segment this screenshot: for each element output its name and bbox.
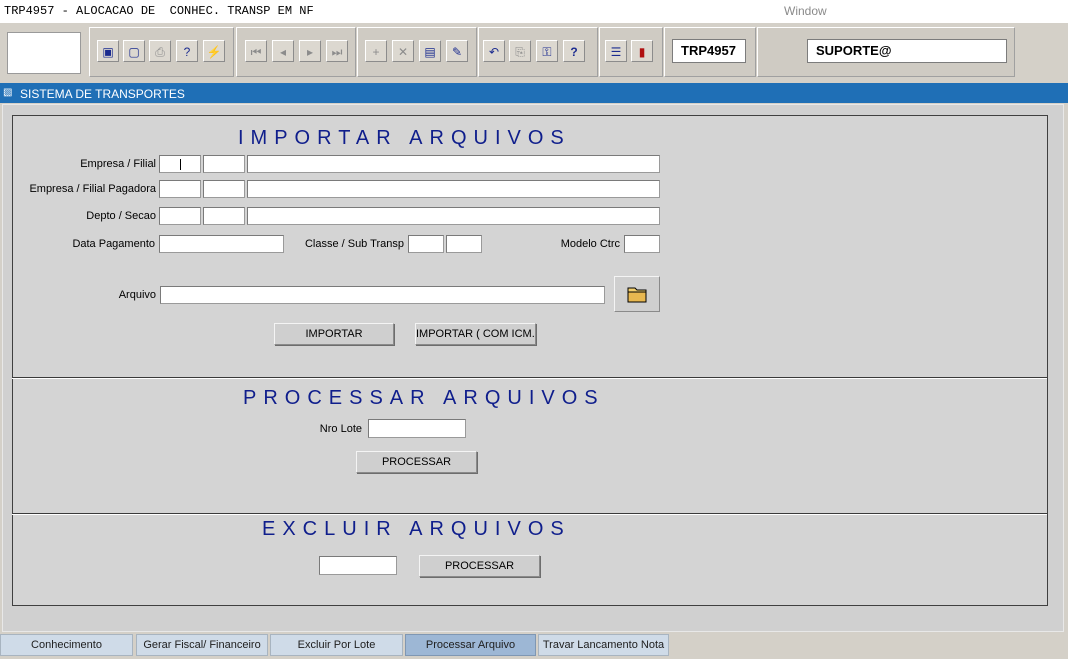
help-icon[interactable]: ? [563, 40, 585, 62]
empresa-filial-pagadora-desc-field[interactable] [247, 180, 660, 198]
processar-title: PROCESSAR ARQUIVOS [243, 387, 605, 409]
tab-travar-lancamento-nota[interactable]: Travar Lancamento Nota [538, 634, 669, 656]
duplicate-icon[interactable]: ▤ [419, 40, 441, 62]
sub-transp-field[interactable] [446, 235, 482, 253]
save-icon[interactable]: ▣ [97, 40, 119, 62]
logo-area [7, 32, 81, 74]
empresa-pagadora-field[interactable] [159, 180, 201, 198]
excluir-title: EXCLUIR ARQUIVOS [262, 518, 571, 540]
filial-field[interactable] [203, 155, 245, 173]
modelo-ctrc-label: Modelo Ctrc [560, 238, 620, 250]
filial-pagadora-field[interactable] [203, 180, 245, 198]
window-menu[interactable]: Window [784, 4, 827, 18]
module-bar: ▧ SISTEMA DE TRANSPORTES [0, 83, 1068, 103]
undo-icon[interactable]: ↶ [483, 40, 505, 62]
section-divider [12, 377, 1047, 379]
nro-lote-field[interactable] [368, 419, 466, 438]
depto-secao-desc-field[interactable] [247, 207, 660, 225]
classe-field[interactable] [408, 235, 444, 253]
tab-gerar-fiscal-financeiro[interactable]: Gerar Fiscal/ Financeiro [136, 634, 268, 656]
empresa-filial-desc-field[interactable] [247, 155, 660, 173]
edit-icon[interactable]: ✎ [446, 40, 468, 62]
user-field: SUPORTE@ [807, 39, 1007, 63]
module-label: SISTEMA DE TRANSPORTES [20, 87, 185, 101]
depto-field[interactable] [159, 207, 201, 225]
previous-record-icon[interactable]: ◂ [272, 40, 294, 62]
empresa-filial-pagadora-label: Empresa / Filial Pagadora [29, 183, 156, 195]
help-query-icon[interactable]: ? [176, 40, 198, 62]
key-icon[interactable]: ⚿ [536, 40, 558, 62]
title-bar: TRP4957 - ALOCACAO DE CONHEC. TRANSP EM … [0, 0, 1068, 23]
insert-record-icon[interactable]: + [365, 40, 387, 62]
exit-icon[interactable]: ▮ [631, 40, 653, 62]
excluir-lote-field[interactable] [319, 556, 397, 575]
next-record-icon[interactable]: ▸ [299, 40, 321, 62]
program-code: TRP4957 [672, 39, 746, 63]
menu-icon[interactable]: ☰ [605, 40, 627, 62]
importar-com-icms-button[interactable]: IMPORTAR ( COM ICM... [415, 323, 536, 345]
section-divider [12, 513, 1047, 515]
tab-conhecimento[interactable]: Conhecimento [0, 634, 133, 656]
processar-button[interactable]: PROCESSAR [356, 451, 477, 473]
modelo-ctrc-field[interactable] [624, 235, 660, 253]
print-icon[interactable]: ⎙ [149, 40, 171, 62]
window-icon[interactable]: ▢ [123, 40, 145, 62]
clipboard-icon[interactable]: ⎘ [509, 40, 531, 62]
arquivo-field[interactable] [160, 286, 605, 304]
data-pagamento-label: Data Pagamento [72, 238, 155, 250]
last-record-icon[interactable]: ⏭ [326, 40, 348, 62]
excluir-processar-button[interactable]: PROCESSAR [419, 555, 540, 577]
toolbar: ▣ ▢ ⎙ ? ⚡ ⏮ ◂ ▸ ⏭ + ✕ ▤ ✎ ↶ ⎘ ⚿ ? ☰ ▮ TR… [0, 23, 1068, 81]
module-icon: ▧ [3, 87, 13, 98]
depto-secao-label: Depto / Secao [86, 210, 156, 222]
importar-title: IMPORTAR ARQUIVOS [238, 127, 571, 149]
tab-excluir-por-lote[interactable]: Excluir Por Lote [270, 634, 403, 656]
tab-processar-arquivo[interactable]: Processar Arquivo [405, 634, 536, 656]
delete-record-icon[interactable]: ✕ [392, 40, 414, 62]
browse-file-button[interactable] [614, 276, 660, 312]
data-pagamento-field[interactable] [159, 235, 284, 253]
window-title: TRP4957 - ALOCACAO DE CONHEC. TRANSP EM … [4, 4, 314, 18]
empresa-field[interactable] [159, 155, 201, 173]
folder-icon [627, 287, 647, 303]
first-record-icon[interactable]: ⏮ [245, 40, 267, 62]
nro-lote-label: Nro Lote [319, 423, 362, 435]
importar-button[interactable]: IMPORTAR [274, 323, 394, 345]
execute-query-icon[interactable]: ⚡ [203, 40, 225, 62]
secao-field[interactable] [203, 207, 245, 225]
arquivo-label: Arquivo [118, 289, 156, 301]
empresa-filial-label: Empresa / Filial [80, 158, 156, 170]
classe-sub-transp-label: Classe / Sub Transp [304, 238, 404, 250]
